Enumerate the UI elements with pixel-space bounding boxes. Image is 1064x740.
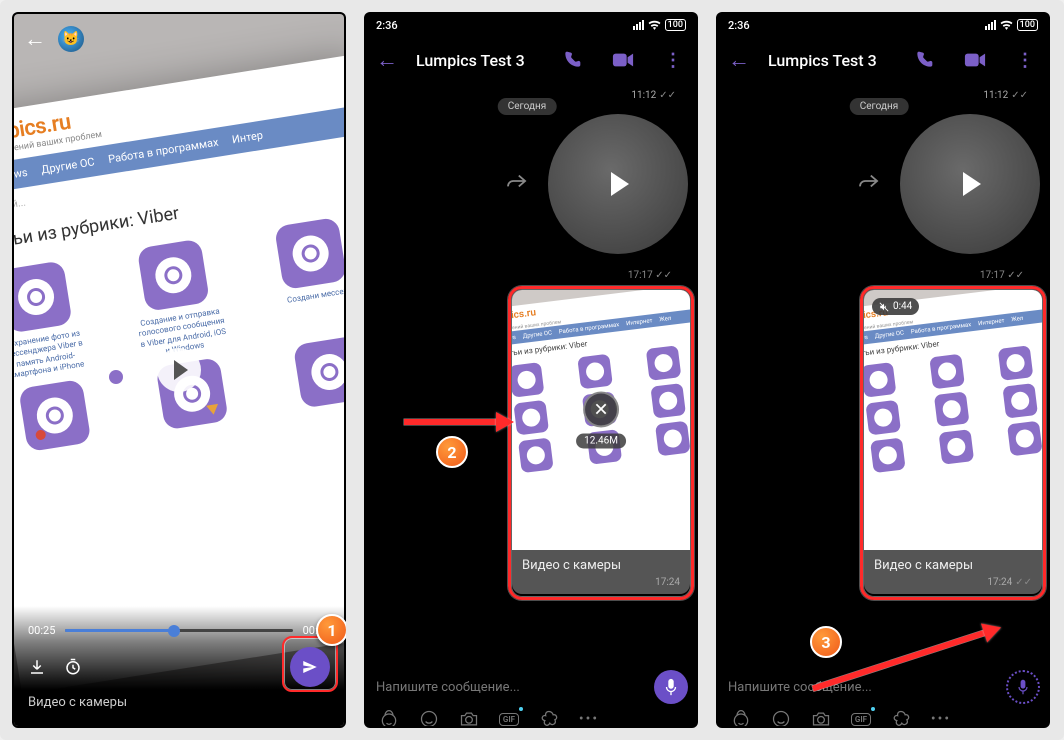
camera-icon[interactable]: [458, 708, 480, 726]
time-current: 00:25: [28, 624, 55, 637]
video-seekbar[interactable]: 00:25 00:49: [28, 624, 330, 637]
video-duration-pill: 0:44: [872, 298, 919, 315]
more-icon[interactable]: ⋮: [1008, 50, 1042, 71]
message-time: 17:24✓✓: [864, 577, 1042, 594]
emoji-icon[interactable]: [770, 708, 792, 726]
status-bar: 2:36 100: [718, 14, 1048, 36]
step-badge-1: 1: [316, 614, 346, 646]
mic-button[interactable]: [654, 670, 688, 704]
back-icon[interactable]: ←: [24, 26, 46, 52]
emoji-icon[interactable]: [418, 708, 440, 726]
caption-field[interactable]: Видео с камеры: [28, 695, 330, 710]
chat-title[interactable]: Lumpics Test 3: [416, 51, 540, 70]
battery-icon: 100: [665, 19, 686, 31]
date-separator: Сегодня: [498, 98, 557, 115]
video-note-message[interactable]: [900, 114, 1040, 254]
message-time: 17:24: [512, 577, 690, 594]
tutorial-canvas: lumpics.ru 9227 решений ваших проблем ая…: [0, 0, 1064, 740]
more-icon[interactable]: •••: [578, 708, 600, 726]
upload-size: 12.46M: [576, 434, 626, 449]
clock: 2:36: [376, 19, 398, 32]
chat-header: ← Lumpics Test 3 ⋮: [366, 36, 696, 84]
phone-3-chat-sent: 2:36 100 ← Lumpics Test 3 ⋮ Сегодня 11:1…: [716, 12, 1050, 728]
sticker-icon[interactable]: [730, 708, 752, 726]
message-time-2: 17:17 ✓✓: [628, 270, 672, 281]
timer-icon[interactable]: [64, 658, 82, 676]
back-icon[interactable]: ←: [372, 47, 402, 73]
more-icon[interactable]: ⋮: [656, 50, 690, 71]
voice-call-icon[interactable]: [906, 50, 942, 70]
audio-icon[interactable]: [231, 348, 275, 392]
signal-icon: [985, 20, 996, 30]
mic-button[interactable]: [1006, 670, 1040, 704]
video-call-icon[interactable]: [604, 52, 642, 68]
step-badge-2: 2: [436, 436, 468, 468]
forward-icon[interactable]: [506, 172, 528, 190]
date-separator: Сегодня: [850, 98, 909, 115]
video-message-bubble[interactable]: lumpics.ru 9227 решений ваших проблем Wi…: [864, 290, 1042, 594]
camera-icon[interactable]: [810, 708, 832, 726]
phone-2-chat-uploading: 2:36 100 ← Lumpics Test 3 ⋮ Сегодня 11:1…: [364, 12, 698, 728]
battery-icon: 100: [1017, 19, 1038, 31]
sticker-icon[interactable]: [378, 708, 400, 726]
message-time-2: 17:17 ✓✓: [980, 270, 1024, 281]
step-badge-3: 3: [810, 626, 842, 658]
chat-header: ← Lumpics Test 3 ⋮: [718, 36, 1048, 84]
gallery-icon[interactable]: [538, 708, 560, 726]
gif-icon[interactable]: GIF: [498, 708, 520, 726]
forward-icon[interactable]: [858, 172, 880, 190]
message-time: 11:12✓✓: [631, 90, 676, 101]
chat-title[interactable]: Lumpics Test 3: [768, 51, 892, 70]
video-overlay-controls: [83, 348, 275, 392]
download-icon[interactable]: [28, 658, 46, 676]
wifi-icon: [1000, 20, 1013, 30]
back-icon[interactable]: ←: [724, 47, 754, 73]
status-bar: 2:36 100: [366, 14, 696, 36]
gif-icon[interactable]: GIF: [850, 708, 872, 726]
wifi-icon: [648, 20, 661, 30]
clock: 2:36: [728, 19, 750, 32]
cancel-upload-button[interactable]: ✕: [583, 392, 619, 428]
video-message-bubble[interactable]: lumpics.ru 9227 решений ваших проблем Wi…: [512, 290, 690, 594]
message-time: 11:12✓✓: [983, 90, 1028, 101]
annotation-arrow-2: [404, 412, 514, 432]
contact-avatar[interactable]: 😺: [58, 26, 84, 52]
video-call-icon[interactable]: [956, 52, 994, 68]
more-icon[interactable]: •••: [930, 708, 952, 726]
voice-call-icon[interactable]: [554, 50, 590, 70]
picture-icon[interactable]: [83, 348, 127, 392]
message-input-bar: Напишите сообщение... GIF •••: [366, 664, 696, 726]
video-caption: Видео с камеры: [512, 550, 690, 577]
message-input[interactable]: Напишите сообщение...: [374, 676, 646, 699]
video-note-message[interactable]: [548, 114, 688, 254]
gallery-icon[interactable]: [890, 708, 912, 726]
signal-icon: [633, 20, 644, 30]
video-caption: Видео с камеры: [864, 550, 1042, 577]
phone-1-video-editor: lumpics.ru 9227 решений ваших проблем ая…: [12, 12, 346, 728]
play-button[interactable]: [157, 348, 201, 392]
